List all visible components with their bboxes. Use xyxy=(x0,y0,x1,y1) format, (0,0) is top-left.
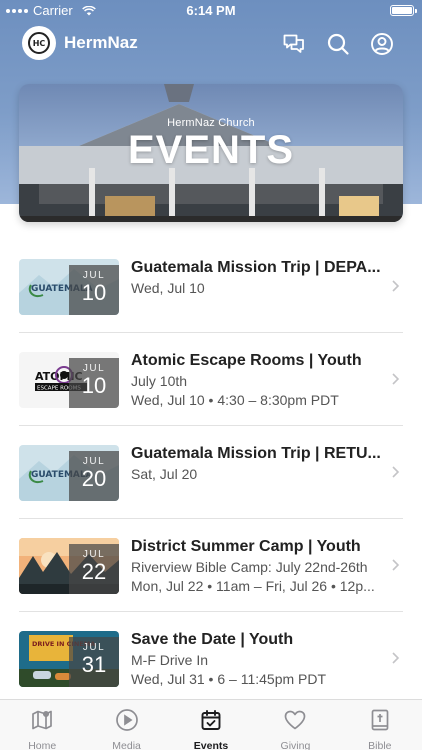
tab-events[interactable]: Events xyxy=(169,700,253,750)
event-thumbnail: GUATEMALA JUL 20 xyxy=(19,445,119,501)
tab-bar: Home Media Events Giving Bible xyxy=(0,699,422,750)
date-month: JUL xyxy=(82,270,106,281)
tab-label: Media xyxy=(112,740,141,750)
list-item[interactable]: GUATEMALA JUL 20 Guatemala Mission Trip … xyxy=(0,426,422,519)
event-title: Guatemala Mission Trip | RETU... xyxy=(131,445,381,462)
date-badge: JUL 22 xyxy=(69,544,119,594)
event-title: Save the Date | Youth xyxy=(131,631,294,648)
event-date: Wed, Jul 10 xyxy=(131,280,205,296)
chevron-right-icon xyxy=(392,280,400,292)
tab-media[interactable]: Media xyxy=(84,700,168,750)
events-list: GUATEMALA JUL 10 Guatemala Mission Trip … xyxy=(0,240,422,705)
tab-home[interactable]: Home xyxy=(0,700,84,750)
date-badge: JUL 10 xyxy=(69,358,119,408)
date-day: 10 xyxy=(81,280,107,305)
tab-giving[interactable]: Giving xyxy=(253,700,337,750)
tab-label: Home xyxy=(28,740,57,750)
tab-label: Giving xyxy=(280,740,311,750)
event-thumbnail: ATOMIC ESCAPE ROOMS JUL 10 xyxy=(19,352,119,408)
date-month: JUL xyxy=(82,549,106,560)
status-bar: Carrier 6:14 PM xyxy=(0,0,422,22)
chevron-right-icon xyxy=(392,373,400,385)
date-badge: JUL 20 xyxy=(69,451,119,501)
app-header: HC HermNaz xyxy=(0,26,422,62)
date-badge: JUL 31 xyxy=(69,637,119,687)
event-text: Atomic Escape Rooms | Youth July 10th We… xyxy=(131,352,387,408)
hero-title: EVENTS xyxy=(127,128,295,172)
date-month: JUL xyxy=(82,363,106,374)
event-title: Atomic Escape Rooms | Youth xyxy=(131,352,362,369)
events-hero-banner: HermNaz Church EVENTS xyxy=(19,84,403,222)
account-icon[interactable] xyxy=(369,31,395,57)
app-name: HermNaz xyxy=(64,33,138,52)
date-badge: JUL 10 xyxy=(69,265,119,315)
tab-label: Bible xyxy=(368,740,392,750)
calendar-check-icon xyxy=(201,710,221,730)
tab-label: Events xyxy=(193,740,229,750)
event-date: Wed, Jul 31 • 6 – 11:45pm PDT xyxy=(131,671,327,687)
battery-icon xyxy=(390,5,417,16)
event-title: District Summer Camp | Youth xyxy=(131,538,361,555)
event-location: M-F Drive In xyxy=(131,652,208,668)
bible-icon xyxy=(371,709,389,731)
list-item[interactable]: ATOMIC ESCAPE ROOMS JUL 10 Atomic Escape… xyxy=(0,333,422,426)
list-item[interactable]: DRIVE IN CINEMA JUL 31 Save the Date | Y… xyxy=(0,612,422,705)
chevron-right-icon xyxy=(392,466,400,478)
event-thumbnail: DRIVE IN CINEMA JUL 31 xyxy=(19,631,119,687)
event-text: Save the Date | Youth M-F Drive In Wed, … xyxy=(131,631,387,687)
date-day: 22 xyxy=(81,559,107,584)
event-text: Guatemala Mission Trip | RETU... Sat, Ju… xyxy=(131,445,387,482)
date-day: 20 xyxy=(81,466,107,491)
date-day: 31 xyxy=(81,652,107,677)
date-month: JUL xyxy=(82,642,106,653)
event-date: Mon, Jul 22 • 11am – Fri, Jul 26 • 12p..… xyxy=(131,578,375,594)
map-icon xyxy=(32,710,53,730)
event-date: Wed, Jul 10 • 4:30 – 8:30pm PDT xyxy=(131,392,339,408)
tab-bible[interactable]: Bible xyxy=(338,700,422,750)
event-date: Sat, Jul 20 xyxy=(131,466,198,482)
chevron-right-icon xyxy=(392,652,400,664)
heart-icon xyxy=(285,710,306,730)
chat-bubbles-icon[interactable] xyxy=(281,31,307,57)
logo-mark: HC xyxy=(28,32,50,54)
event-thumbnail: JUL 22 xyxy=(19,538,119,594)
event-thumbnail: GUATEMALA JUL 10 xyxy=(19,259,119,315)
search-icon[interactable] xyxy=(325,31,351,57)
event-text: District Summer Camp | Youth Riverview B… xyxy=(131,538,387,594)
date-day: 10 xyxy=(81,373,107,398)
list-item[interactable]: JUL 22 District Summer Camp | Youth Rive… xyxy=(0,519,422,612)
list-item[interactable]: GUATEMALA JUL 10 Guatemala Mission Trip … xyxy=(0,240,422,333)
chevron-right-icon xyxy=(392,559,400,571)
event-title: Guatemala Mission Trip | DEPA... xyxy=(131,259,381,276)
date-month: JUL xyxy=(82,456,106,467)
event-text: Guatemala Mission Trip | DEPA... Wed, Ju… xyxy=(131,259,387,296)
play-circle-icon xyxy=(115,709,138,731)
app-logo[interactable]: HC xyxy=(22,26,56,60)
event-location: July 10th xyxy=(131,373,188,389)
status-time: 6:14 PM xyxy=(186,3,236,18)
event-location: Riverview Bible Camp: July 22nd-26th xyxy=(131,559,368,575)
